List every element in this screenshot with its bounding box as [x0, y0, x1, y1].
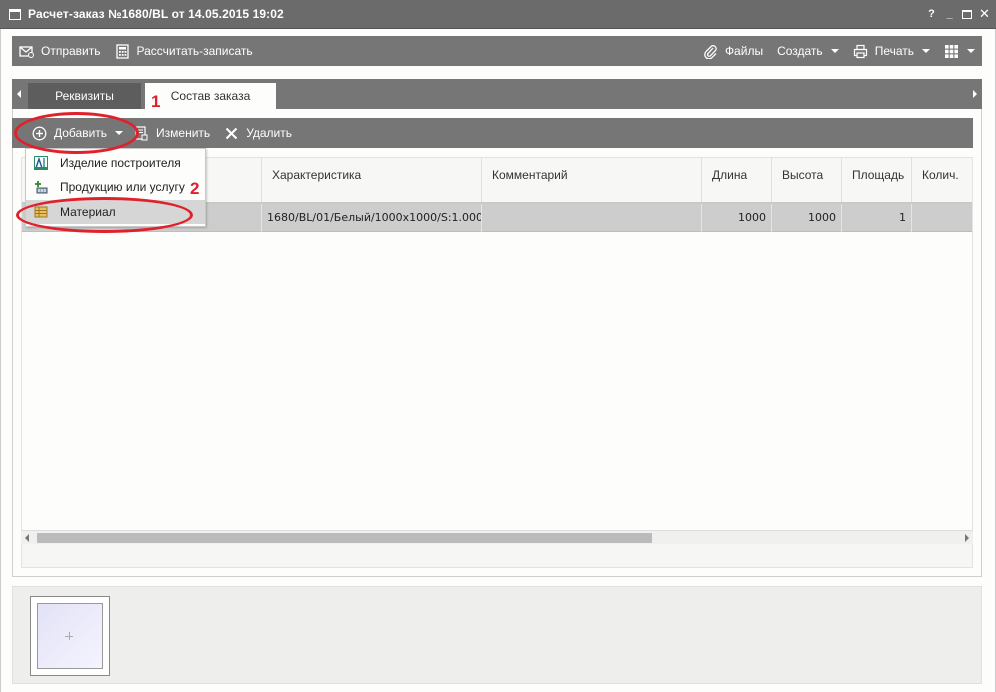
scrollbar-thumb[interactable]: [37, 533, 652, 543]
close-button[interactable]: ✕: [979, 7, 990, 20]
send-icon: [19, 45, 34, 58]
minimize-button[interactable]: _: [944, 8, 955, 20]
tab-scroll-right-icon[interactable]: [973, 90, 977, 98]
tab-scroll-left-icon[interactable]: [17, 90, 21, 98]
grid-icon: [945, 44, 958, 58]
cell-height[interactable]: 1000: [771, 204, 841, 232]
paperclip-icon: [704, 44, 717, 59]
print-label: Печать: [874, 44, 914, 58]
annotation-marker-2: 2: [190, 179, 200, 198]
window-title: Расчет-заказ №1680/BL от 14.05.2015 19:0…: [28, 7, 284, 21]
edit-label: Изменить: [156, 126, 211, 140]
print-dropdown[interactable]: Печать: [846, 36, 937, 66]
calculator-icon: [115, 43, 129, 59]
center-mark-v: [69, 632, 70, 640]
delete-x-icon: [225, 127, 238, 139]
create-dropdown[interactable]: Создать: [770, 36, 846, 66]
column-header-quantity[interactable]: Колич.: [911, 158, 972, 202]
grid-footer: [21, 544, 973, 568]
window-sketch-thumbnail[interactable]: [30, 596, 110, 676]
chevron-down-icon: [967, 49, 975, 53]
scroll-right-icon[interactable]: [965, 534, 969, 542]
files-label: Файлы: [724, 44, 764, 58]
calculate-save-button[interactable]: Рассчитать-записать: [108, 36, 260, 66]
annotation-ring-add: [14, 112, 139, 154]
product-service-icon: [35, 181, 48, 194]
menu-item-label: Изделие построителя: [60, 156, 181, 170]
menu-item-product-service[interactable]: Продукцию или услугу: [26, 175, 205, 199]
create-label: Создать: [777, 44, 823, 58]
delete-button[interactable]: Удалить: [217, 118, 299, 148]
main-toolbar: Отправить Рассчитать-записать Файлы Созд…: [12, 36, 982, 66]
help-button[interactable]: ?: [926, 8, 937, 20]
cell-characteristic[interactable]: 1680/BL/01/Белый/1000x1000/S:1.000: [261, 204, 481, 232]
cell-quantity[interactable]: 1: [911, 204, 972, 232]
cell-comment[interactable]: [481, 204, 701, 232]
maximize-button[interactable]: [962, 9, 972, 19]
horizontal-scrollbar[interactable]: [21, 530, 973, 544]
annotation-ring-material: [16, 197, 193, 233]
column-header-comment[interactable]: Комментарий: [481, 158, 701, 202]
annotation-marker-1: 1: [151, 92, 161, 111]
cell-area[interactable]: 1: [841, 204, 911, 232]
items-toolbar: Добавить Изменить Удалить: [12, 118, 973, 148]
column-header-area[interactable]: Площадь: [841, 158, 911, 202]
window-titlebar: Расчет-заказ №1680/BL от 14.05.2015 19:0…: [0, 0, 996, 29]
product-preview-panel: [12, 586, 982, 684]
printer-icon: [853, 44, 867, 58]
calculate-save-label: Рассчитать-записать: [136, 44, 253, 58]
send-button[interactable]: Отправить: [12, 36, 108, 66]
chevron-down-icon: [830, 49, 839, 53]
chevron-down-icon: [922, 49, 930, 53]
window-icon: [9, 8, 21, 20]
scroll-left-icon[interactable]: [25, 534, 29, 542]
delete-label: Удалить: [246, 126, 293, 140]
column-header-characteristic[interactable]: Характеристика: [261, 158, 481, 202]
menu-item-builder-product[interactable]: Изделие построителя: [26, 151, 205, 175]
builder-product-icon: [34, 156, 48, 170]
window-controls: ? _ ✕: [926, 7, 990, 20]
send-label: Отправить: [41, 44, 101, 58]
tab-requisites[interactable]: Реквизиты: [28, 83, 141, 109]
grid-menu-dropdown[interactable]: [937, 36, 982, 66]
column-header-height[interactable]: Высота: [771, 158, 841, 202]
cell-length[interactable]: 1000: [701, 204, 771, 232]
menu-item-label: Продукцию или услугу: [60, 180, 185, 194]
tab-order-composition[interactable]: Состав заказа: [145, 83, 276, 109]
files-button[interactable]: Файлы: [696, 36, 770, 66]
edit-button[interactable]: Изменить: [130, 118, 217, 148]
column-header-length[interactable]: Длина: [701, 158, 771, 202]
